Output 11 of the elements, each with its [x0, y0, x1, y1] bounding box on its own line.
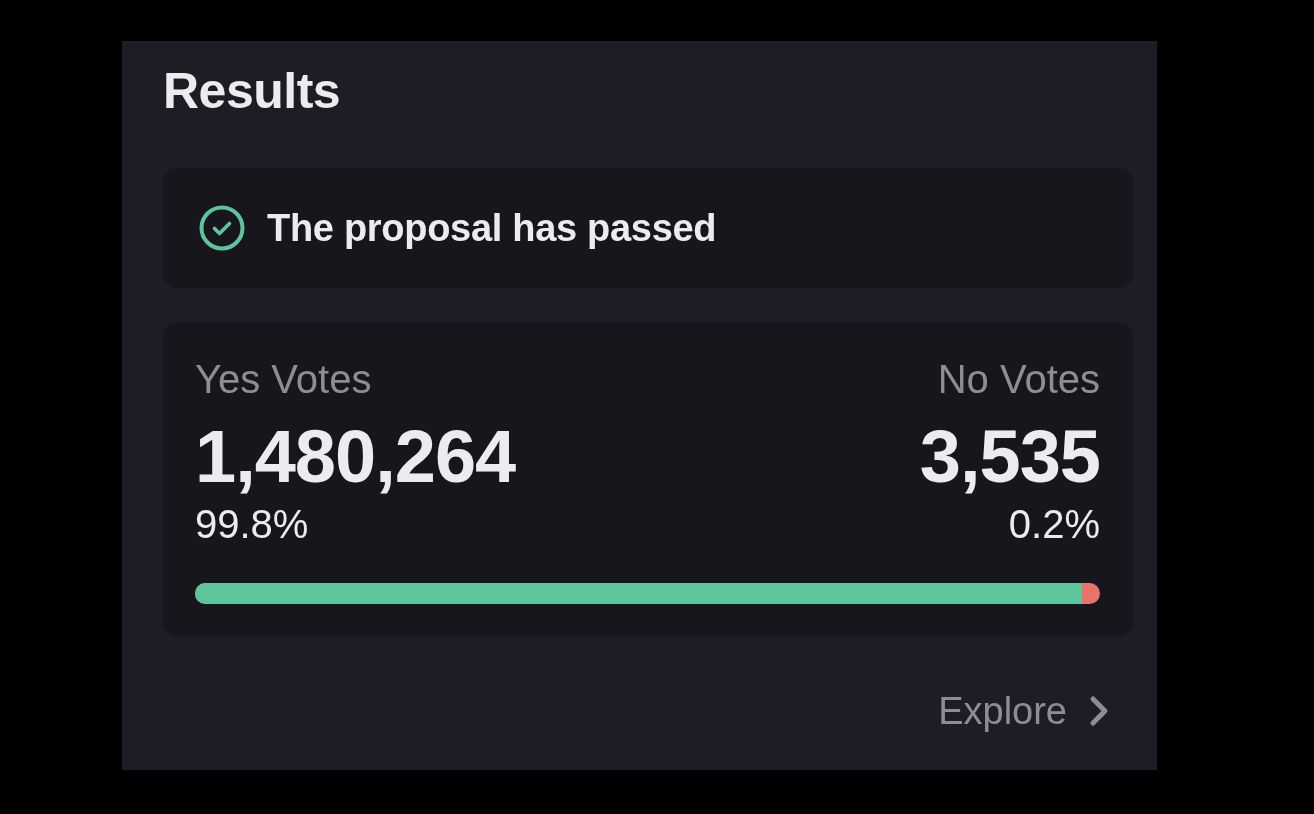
results-title: Results — [163, 62, 342, 121]
status-message: The proposal has passed — [267, 206, 717, 250]
vote-percentage: 99.8% — [195, 501, 309, 548]
vote-option-label: No Votes — [937, 356, 1100, 403]
check-circle-icon — [199, 205, 245, 251]
vote-percentage: 0.2% — [1008, 501, 1100, 548]
vote-count: 3,535 — [919, 416, 1100, 497]
chevron-right-icon — [1088, 695, 1110, 727]
vote-option-label: Yes Votes — [195, 356, 372, 403]
explore-link[interactable]: Explore — [938, 688, 1110, 734]
vote-count: 1,480,264 — [195, 416, 516, 497]
